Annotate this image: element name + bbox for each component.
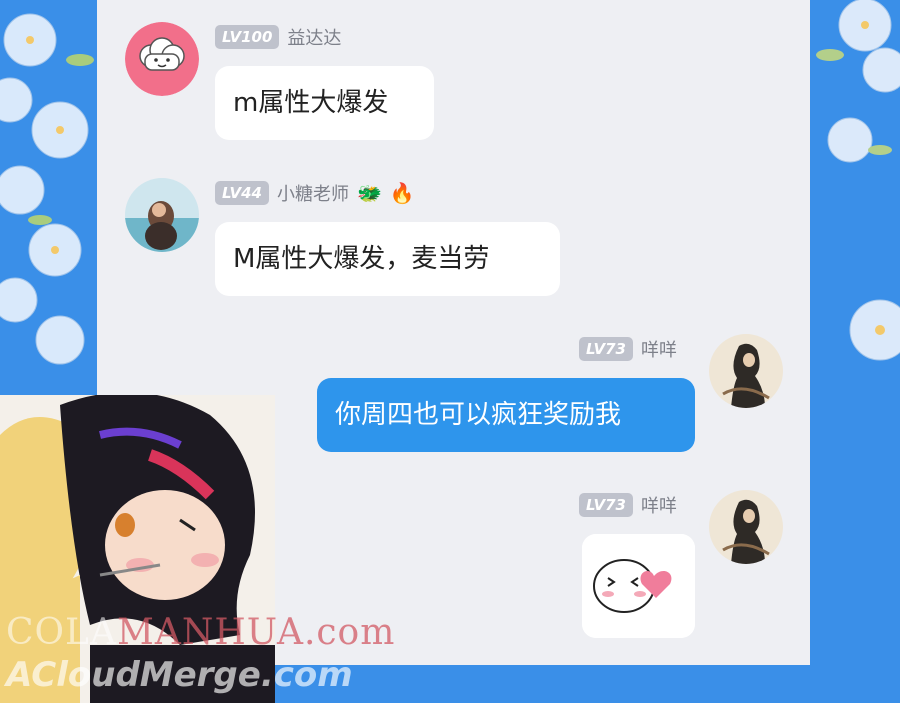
dragon-badge-icon: 🐲 bbox=[356, 181, 382, 205]
username[interactable]: 咩咩 bbox=[641, 492, 677, 518]
beach-photo-avatar[interactable] bbox=[125, 178, 199, 252]
username[interactable]: 咩咩 bbox=[641, 336, 677, 362]
message-4-meta: LV73 咩咩 bbox=[579, 492, 677, 518]
message-bubble[interactable]: m属性大爆发 bbox=[215, 66, 434, 140]
watermark-acloudmerge: ACloudMerge.com bbox=[6, 655, 353, 695]
level-badge: LV73 bbox=[579, 493, 633, 517]
message-1-meta: LV100 益达达 bbox=[215, 24, 341, 50]
level-badge: LV44 bbox=[215, 181, 269, 205]
username[interactable]: 益达达 bbox=[287, 24, 341, 50]
message-bubble-own[interactable]: 你周四也可以疯狂奖励我 bbox=[317, 378, 695, 452]
message-3-meta: LV73 咩咩 bbox=[579, 336, 677, 362]
level-badge: LV73 bbox=[579, 337, 633, 361]
ink-painting-avatar[interactable] bbox=[709, 334, 783, 408]
blushing-heart-sticker[interactable] bbox=[582, 534, 695, 638]
level-badge: LV100 bbox=[215, 25, 280, 49]
message-2-meta: LV44 小糖老师 🐲 🔥 bbox=[215, 180, 415, 206]
username[interactable]: 小糖老师 bbox=[277, 180, 349, 206]
cloud-avatar-icon[interactable] bbox=[125, 22, 199, 96]
fire-badge-icon: 🔥 bbox=[389, 181, 415, 205]
watermark-prefix: COLA bbox=[6, 612, 117, 653]
watermark-colamanhua: COLAMANHUA.com bbox=[6, 612, 395, 653]
watermark-accent: MANHUA.com bbox=[116, 612, 396, 653]
ink-painting-avatar[interactable] bbox=[709, 490, 783, 564]
message-bubble[interactable]: M属性大爆发，麦当劳 bbox=[215, 222, 560, 296]
flower-decoration-right bbox=[810, 0, 900, 703]
